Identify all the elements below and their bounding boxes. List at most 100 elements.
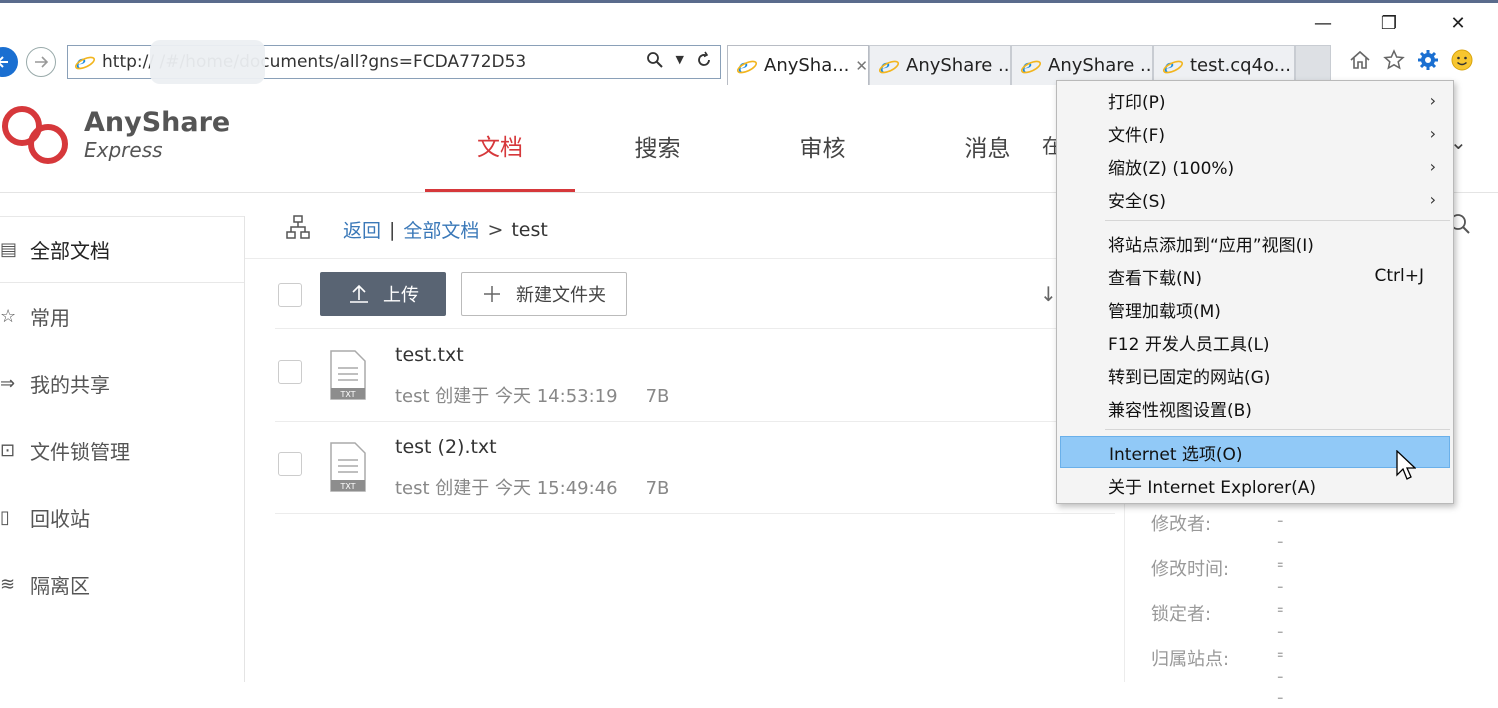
menu-item-f12-devtools[interactable]: F12 开发人员工具(L): [1060, 326, 1450, 358]
chevron-right-icon: ›: [1429, 156, 1436, 176]
home-icon[interactable]: [1348, 48, 1372, 78]
sidebar-item-label: 常用: [30, 306, 70, 330]
menu-item-view-downloads[interactable]: 查看下载(N) Ctrl+J: [1060, 260, 1450, 292]
new-folder-button[interactable]: 新建文件夹: [461, 272, 627, 316]
sidebar-item-label: 回收站: [30, 507, 90, 531]
file-name[interactable]: test.txt: [395, 344, 464, 366]
breadcrumb: 返回 | 全部文档 > test: [285, 214, 548, 245]
ie-icon: e: [878, 55, 900, 77]
tab-strip: e AnySha... ✕ e AnyShare ... e AnyShare …: [727, 45, 1331, 85]
file-row[interactable]: TXT test (2).txt test 创建于 今天 15:49:46 7B: [275, 422, 1115, 514]
plus-icon: [484, 286, 500, 302]
tab-title: AnyShare ...: [1048, 55, 1153, 76]
tools-menu: 打印(P) › 文件(F) › 缩放(Z) (100%) › 安全(S) › 将站点添加…: [1056, 80, 1454, 504]
sort-icon[interactable]: ↓: [1040, 282, 1057, 306]
menu-item-add-site-to-apps[interactable]: 将站点添加到“应用”视图(I): [1060, 227, 1450, 259]
detail-label: 修改时间:: [1151, 559, 1230, 580]
detail-value: ---: [1277, 645, 1284, 708]
sidebar-item-file-locks[interactable]: ⊡ 文件锁管理: [0, 417, 244, 484]
smiley-feedback-icon[interactable]: [1450, 48, 1474, 78]
arrow-right-icon: [35, 56, 49, 68]
menu-item-compatibility-view[interactable]: 兼容性视图设置(B): [1060, 392, 1450, 424]
sidebar-item-my-shares[interactable]: ⇒ 我的共享: [0, 350, 244, 417]
chevron-right-icon: ›: [1429, 90, 1436, 110]
tab-test[interactable]: e test.cq4o...: [1153, 45, 1295, 85]
close-tab-icon[interactable]: ✕: [855, 57, 868, 75]
tab-title: test.cq4o...: [1190, 55, 1291, 76]
search-icon[interactable]: [646, 51, 664, 73]
sidebar-item-quarantine[interactable]: ≋ 隔离区: [0, 551, 244, 618]
menu-separator: [1105, 429, 1450, 430]
sidebar-item-favorites[interactable]: ☆ 常用: [0, 283, 244, 350]
new-folder-label: 新建文件夹: [516, 285, 606, 306]
menu-item-zoom[interactable]: 缩放(Z) (100%) ›: [1060, 150, 1450, 182]
svg-text:e: e: [1022, 55, 1032, 77]
file-size: 7B: [645, 478, 670, 499]
breadcrumb-separator: >: [487, 218, 504, 241]
document-icon: ▤: [0, 239, 18, 260]
svg-text:TXT: TXT: [339, 390, 355, 399]
file-name[interactable]: test (2).txt: [395, 436, 497, 458]
close-window-button[interactable]: ✕: [1433, 8, 1483, 38]
file-checkbox[interactable]: [278, 360, 302, 384]
nav-documents[interactable]: 文档: [425, 100, 575, 192]
menu-item-internet-options[interactable]: Internet 选项(O): [1060, 436, 1450, 468]
tab-anyshare-active[interactable]: e AnySha... ✕: [727, 45, 869, 85]
dropdown-arrow-icon[interactable]: ▼: [676, 51, 684, 73]
anyshare-logo[interactable]: AnyShare Express: [0, 100, 230, 170]
arrow-left-icon: [0, 56, 8, 68]
nav-search[interactable]: 搜索: [575, 100, 740, 192]
restore-button[interactable]: ❐: [1364, 8, 1414, 38]
nav-review[interactable]: 审核: [740, 100, 905, 192]
txt-file-icon: TXT: [330, 442, 366, 492]
upload-label: 上传: [383, 285, 419, 306]
menu-item-file[interactable]: 文件(F) ›: [1060, 117, 1450, 149]
refresh-icon[interactable]: [696, 51, 712, 73]
logo-subtitle: Express: [84, 138, 163, 162]
divider: [275, 513, 1115, 514]
ie-icon: e: [1162, 55, 1184, 77]
sidebar-item-label: 文件锁管理: [30, 440, 130, 464]
menu-shortcut: Ctrl+J: [1374, 266, 1424, 286]
menu-item-about-ie[interactable]: 关于 Internet Explorer(A): [1060, 469, 1450, 501]
breadcrumb-back[interactable]: 返回: [343, 216, 381, 243]
tab-anyshare-3[interactable]: e AnyShare ...: [1011, 45, 1153, 85]
file-meta: test 创建于 今天 14:53:19 7B: [395, 382, 669, 408]
sidebar-item-label: 我的共享: [30, 373, 110, 397]
sidebar-item-label: 隔离区: [30, 574, 90, 598]
minimize-button[interactable]: —: [1298, 8, 1348, 38]
file-created: test 创建于 今天 14:53:19: [395, 386, 618, 407]
detail-site: 归属站点: ---: [1151, 645, 1284, 708]
browser-toolbar-icons: [1348, 48, 1474, 78]
anyshare-logo-icon: [2, 106, 68, 164]
tab-anyshare-2[interactable]: e AnyShare ...: [869, 45, 1011, 85]
upload-button[interactable]: 上传: [320, 272, 446, 316]
menu-item-pinned-sites[interactable]: 转到已固定的网站(G): [1060, 359, 1450, 391]
menu-item-print[interactable]: 打印(P) ›: [1060, 84, 1450, 116]
file-checkbox[interactable]: [278, 452, 302, 476]
file-created: test 创建于 今天 15:49:46: [395, 478, 618, 499]
sidebar-item-label: 全部文档: [30, 239, 110, 263]
tab-title: AnyShare ...: [906, 55, 1011, 76]
chevron-right-icon: ›: [1429, 123, 1436, 143]
sidebar-item-all-documents[interactable]: ▤ 全部文档: [0, 216, 244, 283]
trash-icon: ▯: [0, 507, 10, 528]
select-all-checkbox[interactable]: [278, 283, 302, 307]
menu-item-safety[interactable]: 安全(S) ›: [1060, 183, 1450, 215]
back-button[interactable]: [0, 47, 18, 77]
new-tab-button[interactable]: [1295, 45, 1331, 85]
ie-icon: e: [736, 55, 758, 77]
breadcrumb-root[interactable]: 全部文档: [403, 216, 479, 243]
mouse-cursor-icon: [1396, 450, 1416, 480]
gear-icon[interactable]: [1416, 48, 1440, 78]
sidebar-item-recycle-bin[interactable]: ▯ 回收站: [0, 484, 244, 551]
favorites-star-icon[interactable]: [1382, 48, 1406, 78]
menu-item-manage-addons[interactable]: 管理加载项(M): [1060, 293, 1450, 325]
forward-button[interactable]: [26, 47, 56, 77]
detail-modifier: 修改者: ---: [1151, 510, 1284, 573]
detail-label: 修改者:: [1151, 514, 1212, 535]
sitemap-icon[interactable]: [285, 214, 311, 245]
txt-file-icon: TXT: [330, 350, 366, 400]
file-row[interactable]: TXT test.txt test 创建于 今天 14:53:19 7B: [275, 330, 1115, 422]
upload-icon: [350, 284, 368, 303]
